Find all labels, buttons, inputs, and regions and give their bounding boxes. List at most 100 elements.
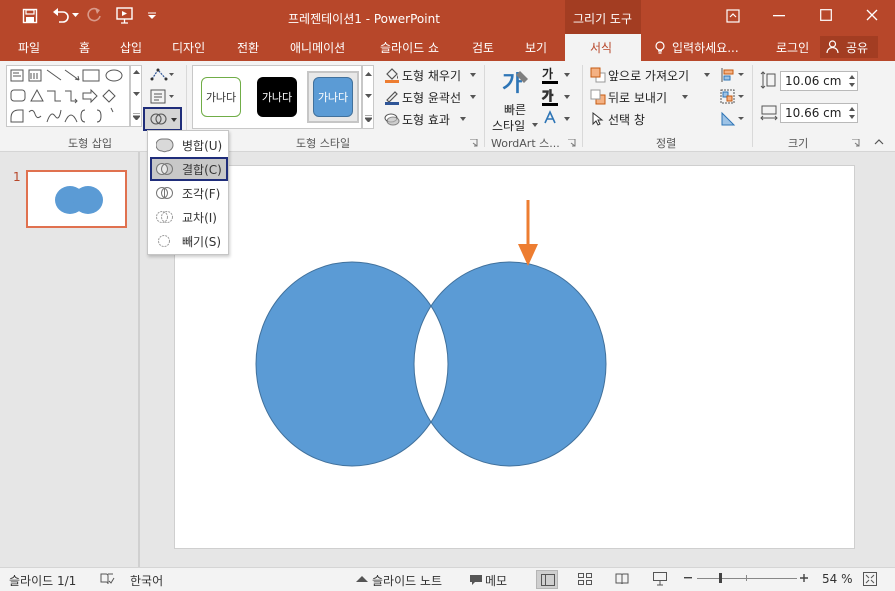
tell-me-search[interactable]: 입력하세요... — [672, 39, 739, 56]
shape-height-input[interactable]: 10.06 cm — [780, 71, 858, 91]
shapes-gallery-scroll[interactable] — [130, 65, 142, 127]
style-preset-2[interactable]: 가나다 — [257, 77, 297, 117]
group-label-wordart: WordArt 스... — [491, 137, 560, 150]
menu-item-fragment[interactable]: 조각(F) — [150, 181, 228, 205]
combined-shape[interactable] — [255, 261, 607, 467]
notes-button[interactable]: 슬라이드 노트 — [354, 570, 454, 590]
start-slideshow-icon[interactable] — [116, 7, 134, 24]
zoom-slider[interactable] — [697, 573, 797, 583]
zoom-in-icon[interactable] — [800, 574, 808, 582]
menu-item-union[interactable]: 병합(U) — [150, 133, 228, 157]
style-preset-1[interactable]: 가나다 — [201, 77, 241, 117]
scroll-down-icon[interactable] — [365, 94, 372, 99]
sign-in-link[interactable]: 로그인 — [776, 39, 809, 56]
spin-up-icon[interactable] — [849, 75, 855, 79]
tab-review[interactable]: 검토 — [472, 39, 494, 56]
selection-pane-button[interactable]: 선택 창 — [588, 109, 668, 129]
menu-item-combine[interactable]: 결합(C) — [150, 157, 228, 181]
tab-animations[interactable]: 애니메이션 — [290, 39, 345, 56]
dialog-launcher-icon[interactable] — [568, 139, 576, 147]
zoom-slider-thumb[interactable] — [719, 573, 722, 583]
share-button[interactable]: 공유 — [820, 36, 878, 58]
more-icon[interactable] — [365, 115, 372, 122]
more-icon[interactable] — [133, 113, 140, 120]
shape-styles-scroll[interactable] — [362, 65, 374, 129]
send-backward-button[interactable]: 뒤로 보내기 — [588, 87, 688, 107]
scroll-up-icon[interactable] — [365, 72, 372, 77]
quick-styles-button[interactable]: 가 빠른 스타일 — [490, 65, 538, 133]
annotation-arrow — [518, 200, 538, 266]
wordart-quick-styles-icon: 가 — [502, 71, 528, 97]
shapes-gallery-icons[interactable] — [7, 66, 131, 128]
slide-thumbnail[interactable] — [26, 170, 127, 228]
collapse-ribbon-icon[interactable] — [874, 139, 884, 145]
slide-sorter-icon[interactable] — [578, 573, 592, 585]
zoom-level[interactable]: 54 % — [822, 572, 853, 586]
rotate-icon[interactable] — [720, 111, 746, 127]
language-label[interactable]: 한국어 — [130, 572, 163, 589]
text-fill-button[interactable]: 가 — [542, 65, 572, 85]
style-preset-3[interactable]: 가나다 — [313, 77, 353, 117]
scroll-up-icon[interactable] — [133, 70, 140, 75]
spin-down-icon[interactable] — [849, 115, 855, 119]
dialog-launcher-icon[interactable] — [470, 139, 478, 147]
minimize-icon[interactable] — [773, 15, 785, 17]
tab-slideshow[interactable]: 슬라이드 쇼 — [380, 39, 439, 56]
group-label-insert-shapes: 도형 삽입 — [68, 137, 112, 150]
undo-dropdown-icon[interactable] — [72, 13, 79, 18]
scroll-down-icon[interactable] — [133, 92, 140, 97]
undo-icon[interactable] — [52, 7, 70, 23]
text-outline-color-bar — [542, 103, 558, 106]
text-outline-button[interactable]: 가 — [541, 87, 572, 107]
menu-item-subtract[interactable]: 빼기(S) — [150, 229, 228, 253]
text-effects-button[interactable] — [542, 109, 572, 129]
shape-effects-label: 도형 효과 — [402, 113, 450, 127]
text-box-icon[interactable] — [150, 89, 174, 105]
tab-file[interactable]: 파일 — [18, 39, 40, 56]
normal-view-button[interactable] — [536, 570, 558, 589]
customize-qat-icon[interactable] — [148, 12, 156, 20]
tab-insert[interactable]: 삽입 — [120, 39, 142, 56]
shape-effects-button[interactable]: 도형 효과 — [382, 109, 478, 129]
bring-forward-button[interactable]: 앞으로 가져오기 — [588, 65, 712, 85]
text-effects-icon — [544, 110, 556, 124]
merge-shapes-button[interactable] — [143, 107, 182, 131]
tab-format-active[interactable]: 서식 — [565, 34, 641, 61]
title-bar: 프레젠테이션1 - PowerPoint 그리기 도구 — [0, 0, 895, 34]
chevron-down-icon — [564, 117, 570, 121]
shape-width-input[interactable]: 10.66 cm — [780, 103, 858, 123]
save-icon[interactable] — [22, 8, 38, 24]
tab-transitions[interactable]: 전환 — [237, 39, 259, 56]
tab-format[interactable]: 서식 — [590, 39, 612, 56]
tab-home[interactable]: 홈 — [79, 39, 90, 56]
maximize-icon[interactable] — [820, 9, 832, 21]
fit-to-window-icon[interactable] — [863, 572, 877, 586]
notes-icon — [356, 576, 368, 582]
shapes-gallery[interactable] — [6, 65, 130, 127]
group-icon[interactable] — [720, 89, 746, 105]
dialog-launcher-icon[interactable] — [852, 139, 860, 147]
reading-view-icon[interactable] — [615, 573, 629, 585]
comments-button[interactable]: 메모 — [467, 570, 517, 590]
shape-styles-gallery[interactable]: 가나다 가나다 가나다 — [192, 65, 362, 129]
ribbon-display-options-icon[interactable] — [726, 9, 740, 23]
close-icon[interactable] — [866, 9, 878, 21]
tab-view[interactable]: 보기 — [525, 39, 547, 56]
group-separator — [582, 65, 583, 147]
shape-fill-button[interactable]: 도형 채우기 — [382, 65, 478, 85]
shape-outline-button[interactable]: 도형 윤곽선 — [382, 87, 478, 107]
selection-pane-label: 선택 창 — [608, 113, 645, 127]
align-icon[interactable] — [720, 67, 746, 83]
slideshow-view-icon[interactable] — [653, 572, 667, 586]
zoom-out-icon[interactable] — [684, 577, 692, 579]
chevron-down-icon — [460, 117, 466, 121]
spin-up-icon[interactable] — [849, 107, 855, 111]
shape-height-icon — [760, 71, 776, 89]
spelling-check-icon[interactable] — [99, 572, 115, 586]
slide-canvas[interactable] — [174, 165, 855, 549]
style-preset-3-selected[interactable]: 가나다 — [307, 71, 359, 123]
edit-shape-icon[interactable] — [150, 67, 174, 83]
menu-item-intersect[interactable]: 교차(I) — [150, 205, 228, 229]
spin-down-icon[interactable] — [849, 83, 855, 87]
tab-design[interactable]: 디자인 — [172, 39, 205, 56]
